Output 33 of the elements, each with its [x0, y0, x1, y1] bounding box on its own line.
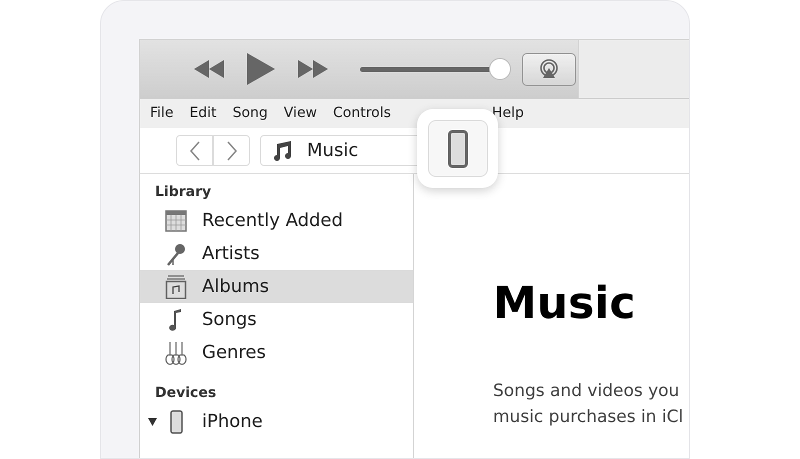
- menu-item[interactable]: Controls: [333, 103, 391, 124]
- calendar-icon: [164, 208, 188, 232]
- sidebar-item[interactable]: Genres: [140, 336, 413, 369]
- section-heading: Devices: [154, 384, 218, 402]
- fast-forward-button[interactable]: [296, 58, 330, 80]
- menu-item[interactable]: Song: [232, 103, 268, 124]
- sidebar-item[interactable]: iPhone: [140, 405, 413, 438]
- description-line: Songs and videos you: [493, 380, 680, 403]
- description-line: music purchases in iCl: [493, 406, 684, 429]
- play-button[interactable]: [246, 52, 276, 86]
- airplay-button[interactable]: [522, 52, 576, 86]
- menu-item[interactable]: View: [284, 103, 318, 124]
- chevron-left-icon: [188, 140, 200, 160]
- menu-item[interactable]: File: [150, 103, 174, 124]
- content-title: Music: [493, 282, 636, 326]
- album-icon: [164, 274, 188, 298]
- airplay-icon: [538, 59, 560, 79]
- microphone-icon: [164, 242, 188, 266]
- menu-item[interactable]: Help: [492, 103, 524, 124]
- guitars-icon: [164, 340, 188, 364]
- sidebar-item[interactable]: Artists: [140, 237, 413, 270]
- disclosure-triangle-icon[interactable]: [148, 418, 157, 426]
- phone-icon: [448, 130, 468, 168]
- sidebar-item[interactable]: Albums: [140, 270, 413, 303]
- music-note-icon: [271, 140, 293, 162]
- chevron-right-icon: [226, 140, 238, 160]
- section-heading: Library: [154, 182, 212, 202]
- sidebar-item[interactable]: Recently Added: [140, 204, 413, 237]
- back-button[interactable]: [176, 135, 213, 166]
- rewind-button[interactable]: [192, 58, 226, 80]
- menu-item[interactable]: Edit: [189, 103, 217, 124]
- sidebar-item[interactable]: Songs: [140, 303, 413, 336]
- forward-button[interactable]: [213, 135, 250, 166]
